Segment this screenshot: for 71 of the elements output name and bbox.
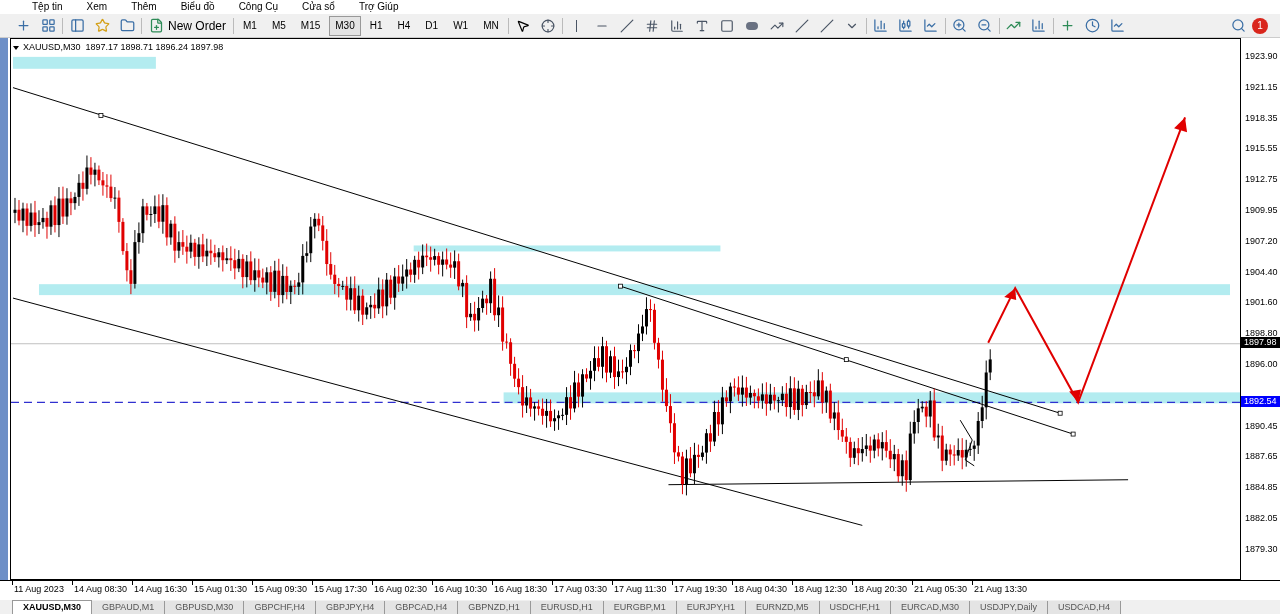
price-label: 1887.65 [1245,452,1278,462]
chart-tab[interactable]: EURNZD,M5 [746,601,820,614]
price-tag: 1897.98 [1241,337,1280,348]
chart-tab[interactable]: GBPNZD,H1 [458,601,531,614]
timeframe-button[interactable]: W1 [447,15,475,36]
chart-tab[interactable]: USDCHF,H1 [819,601,892,614]
time-label: 17 Aug 11:30 [614,585,667,594]
time-label: 14 Aug 08:30 [74,585,128,594]
chart-tab[interactable]: USDJPY,Daily [970,601,1048,614]
price-label: 1904.40 [1245,267,1278,277]
price-label: 1901.60 [1245,298,1278,308]
time-label: 14 Aug 16:30 [134,585,188,594]
price-label: 1912.75 [1245,175,1278,185]
price-label: 1884.85 [1245,483,1278,493]
chart-tab[interactable]: GBPJPY,H4 [315,601,386,614]
timeframe-button[interactable]: D1 [419,15,445,36]
time-label: 16 Aug 10:30 [434,585,488,594]
chart-tab[interactable]: EURUSD,H1 [530,601,604,614]
price-label: 1907.20 [1245,236,1278,246]
menu-item[interactable]: Xem [86,2,108,12]
timeframe-button[interactable]: M1 [237,15,263,36]
time-label: 18 Aug 04:30 [734,585,788,594]
time-label: 15 Aug 09:30 [254,585,308,594]
timeframe-button[interactable]: H1 [363,15,389,36]
price-label: 1890.45 [1245,421,1278,431]
document-plus-icon [149,18,164,33]
menu-item[interactable]: Biểu đồ [180,2,215,12]
new-order-button[interactable]: New Order [145,16,230,35]
time-label: 16 Aug 02:30 [374,585,428,594]
menu-item[interactable]: Trợ Giúp [358,2,399,12]
chart-tab[interactable]: GBPAUD,M1 [92,601,166,614]
timeframe-button[interactable]: M5 [265,15,292,36]
chart-tab[interactable]: XAUUSD,M30 [12,600,92,614]
time-label: 18 Aug 20:30 [854,585,908,594]
price-label: 1879.30 [1245,544,1278,554]
price-label: 1923.90 [1245,52,1278,61]
price-label: 1918.35 [1245,113,1278,123]
price-tag: 1892.54 [1241,396,1280,407]
chart-tab[interactable]: USDCAD,H4 [1047,601,1121,614]
menu-item[interactable]: Công Cụ [238,2,279,12]
menu-item[interactable]: Thêm [131,2,157,12]
timeframe-button[interactable]: MN [477,15,505,36]
notification-badge[interactable]: 1 [1252,17,1268,34]
menu-item[interactable]: Cửa sổ [302,2,335,12]
time-label: 17 Aug 03:30 [554,585,608,594]
price-label: 1909.95 [1245,206,1278,215]
price-label: 1896.00 [1245,360,1278,369]
time-label: 18 Aug 12:30 [794,585,848,594]
price-label: 1898.80 [1245,329,1278,339]
time-label: 17 Aug 19:30 [674,585,728,594]
chart-tab[interactable]: GBPCAD,H4 [385,601,459,614]
menu-item[interactable]: Tệp tin [32,2,63,12]
time-label: 21 Aug 13:30 [974,585,1028,594]
chart-tab[interactable]: GBPCHF,H4 [244,601,316,614]
chart-header: XAUUSD,M30 1897.17 1898.71 1896.24 1897.98 [23,41,224,54]
timeframe-button[interactable]: M30 [329,15,361,36]
chart-tab[interactable]: GBPUSD,M30 [165,601,245,614]
chart-tab[interactable]: EURCAD,M30 [891,601,971,614]
time-label: 11 Aug 2023 [14,585,64,594]
collapse-triangle-icon[interactable] [13,45,19,50]
time-label: 15 Aug 17:30 [314,585,368,594]
price-label: 1921.15 [1245,82,1278,92]
chart-tab[interactable]: EURJPY,H1 [676,601,747,614]
time-label: 15 Aug 01:30 [194,585,248,594]
timeframe-button[interactable]: H4 [391,15,417,36]
price-label: 1882.05 [1245,514,1278,523]
time-label: 16 Aug 18:30 [494,585,548,594]
chart-tab[interactable]: EURGBP,M1 [603,601,677,614]
price-label: 1915.55 [1245,144,1278,154]
timeframe-button[interactable]: M15 [294,15,327,36]
time-label: 21 Aug 05:30 [914,585,968,594]
